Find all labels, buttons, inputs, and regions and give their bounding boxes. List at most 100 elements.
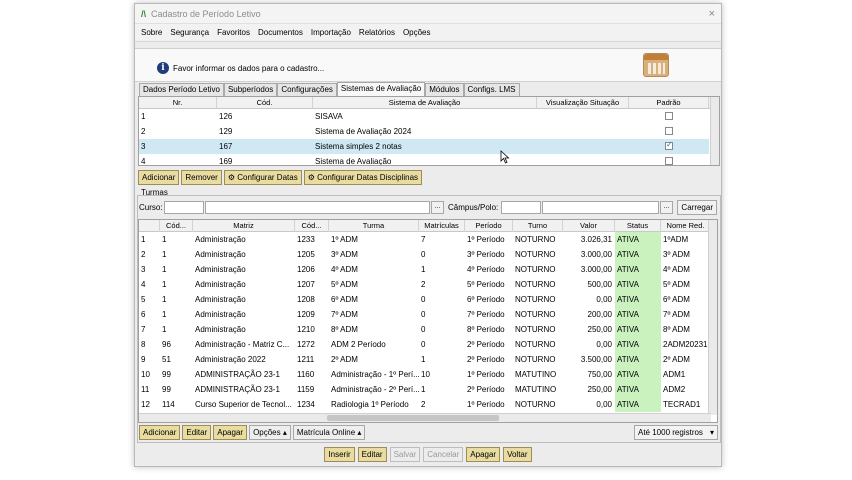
turma-cell: Radiologia 1º Período (331, 400, 409, 409)
menu-opcoes[interactable]: Opções (403, 28, 431, 37)
menu-importacao[interactable]: Importação (311, 28, 351, 37)
col-turno[interactable]: Turno (513, 220, 563, 232)
turmas-buttons: Adicionar Editar Apagar Opções ▴ Matrícu… (139, 425, 366, 440)
editar-turma-button[interactable]: Editar (182, 425, 212, 440)
valor-cell: 3.500,00 (580, 355, 612, 364)
col-periodo[interactable]: Período (465, 220, 513, 232)
col-padrao[interactable]: Padrão (629, 97, 709, 109)
col-matriz[interactable]: Matriz (193, 220, 295, 232)
menu-seguranca[interactable]: Segurança (170, 28, 209, 37)
padrao-checkbox[interactable] (665, 112, 673, 120)
tab-dados-periodo-letivo[interactable]: Dados Período Letivo (139, 83, 224, 96)
sistema-row[interactable]: 2 129 Sistema de Avaliação 2024 (139, 124, 709, 139)
turma-row[interactable]: 2 1 Administração 1205 3º ADM 0 3º Período NOTU… (139, 247, 711, 262)
adicionar-turma-button[interactable]: Adicionar (139, 425, 181, 440)
col-row-number[interactable] (139, 220, 160, 232)
col-turma[interactable]: Turma (329, 220, 419, 232)
curso-lookup-button[interactable]: ... (431, 201, 444, 214)
sistema-cod: 129 (219, 127, 233, 136)
apagar-form-button[interactable]: Apagar (466, 447, 501, 462)
curso-code-input[interactable] (164, 201, 204, 214)
campus-name-input[interactable] (542, 201, 659, 214)
turma-row[interactable]: 11 99 ADMINISTRAÇÃO 23-1 1159 Administração … (139, 382, 711, 397)
col-status[interactable]: Status (615, 220, 661, 232)
status-cell: ATIVA (615, 352, 661, 367)
turma-cod-cell: 1207 (297, 280, 315, 289)
campus-lookup-button[interactable]: ... (660, 201, 673, 214)
col-visualizacao-situacao[interactable]: Visualização Situação (537, 97, 629, 109)
turmas-vertical-scrollbar[interactable] (708, 220, 717, 415)
turma-row[interactable]: 3 1 Administração 1206 4º ADM 1 4º Período NOTU… (139, 262, 711, 277)
menu-documentos[interactable]: Documentos (258, 28, 303, 37)
grid1-vertical-scrollbar[interactable] (710, 97, 719, 165)
col-matriz-cod[interactable]: Cód... (160, 220, 193, 232)
turma-row[interactable]: 1 1 Administração 1233 1º ADM 7 1º Período NOTU… (139, 232, 711, 247)
sistema-nr: 4 (141, 157, 146, 166)
records-limit-select[interactable]: Até 1000 registros ▾ (634, 425, 718, 440)
voltar-form-button[interactable]: Voltar (503, 447, 532, 462)
curso-name-input[interactable] (205, 201, 430, 214)
status-cell: ATIVA (615, 337, 661, 352)
col-matriculas[interactable]: Matrículas (419, 220, 465, 232)
turma-row[interactable]: 4 1 Administração 1207 5º ADM 2 5º Período NOTU… (139, 277, 711, 292)
tab-modulos[interactable]: Módulos (425, 83, 464, 96)
turma-row[interactable]: 9 51 Administração 2022 1211 2º ADM 1 2º Perío… (139, 352, 711, 367)
col-nome-reduzido[interactable]: Nome Red. (661, 220, 711, 232)
valor-cell: 0,00 (596, 295, 612, 304)
salvar-form-button[interactable]: Salvar (389, 447, 421, 462)
padrao-checkbox[interactable] (665, 140, 673, 150)
scroll-thumb[interactable] (327, 415, 499, 421)
menu-favoritos[interactable]: Favoritos (217, 28, 250, 37)
sistema-row[interactable]: 1 126 SISAVA (139, 109, 709, 124)
col-cod[interactable]: Cód. (217, 97, 313, 109)
padrao-checkbox[interactable] (665, 127, 673, 135)
sistema-row[interactable]: 4 169 Sistema de Avaliação (139, 154, 709, 166)
opcoes-dropdown[interactable]: Opções ▴ (249, 425, 291, 440)
adicionar-sistema-button[interactable]: Adicionar (138, 170, 180, 185)
matriz-cell: Administração (195, 295, 246, 304)
turno-cell: NOTURNO (515, 325, 556, 334)
tab-sistemas-de-avaliacao[interactable]: Sistemas de Avaliação (336, 82, 426, 96)
editar-form-button[interactable]: Editar (357, 447, 387, 462)
col-turma-cod[interactable]: Cód... (295, 220, 329, 232)
turma-row[interactable]: 7 1 Administração 1210 8º ADM 0 8º Período NOTU… (139, 322, 711, 337)
menu-sobre[interactable]: Sobre (141, 28, 162, 37)
turma-row[interactable]: 8 96 Administração - Matriz C... 1272 ADM 2 … (139, 337, 711, 352)
padrao-checkbox[interactable] (665, 157, 673, 165)
col-valor[interactable]: Valor (563, 220, 615, 232)
remover-sistema-button[interactable]: Remover (181, 170, 222, 185)
configurar-datas-button[interactable]: ⚙ Configurar Datas (223, 170, 302, 185)
status-cell: ATIVA (615, 262, 661, 277)
cancelar-form-button[interactable]: Cancelar (423, 447, 464, 462)
turma-row[interactable]: 5 1 Administração 1208 6º ADM 0 6º Período NOTU… (139, 292, 711, 307)
apagar-turma-button[interactable]: Apagar (213, 425, 248, 440)
turmas-horizontal-scrollbar[interactable] (139, 413, 711, 422)
matriz-cod-cell: 51 (162, 355, 171, 364)
tab-configs-lms[interactable]: Configs. LMS (463, 83, 520, 96)
turma-row[interactable]: 6 1 Administração 1209 7º ADM 0 7º Período NOTU… (139, 307, 711, 322)
matricula-online-dropdown[interactable]: Matrícula Online ▴ (292, 425, 366, 440)
matricula-online-label: Matrícula Online (296, 428, 356, 437)
turma-row[interactable]: 12 114 Curso Superior de Tecnol... 1234 Radi… (139, 397, 711, 412)
tab-subperiodos[interactable]: Subperíodos (223, 83, 278, 96)
col-nr[interactable]: Nr. (139, 97, 217, 109)
periodo-cell: 5º Período (467, 280, 505, 289)
sistema-cod: 126 (219, 112, 233, 121)
sistema-row[interactable]: 3 167 Sistema simples 2 notas (139, 139, 709, 154)
matriz-cell: ADMINISTRAÇÃO 23-1 (195, 370, 280, 379)
matriz-cod-cell: 1 (162, 235, 167, 244)
configurar-datas-disciplinas-button[interactable]: ⚙ Configurar Datas Disciplinas (303, 170, 423, 185)
carregar-button[interactable]: Carregar (677, 200, 717, 215)
tab-configuracoes[interactable]: Configurações (277, 83, 337, 96)
close-icon[interactable]: × (709, 8, 715, 20)
turmas-grid-header: Cód... Matriz Cód... Turma Matrículas Período… (139, 220, 717, 232)
status-cell: ATIVA (615, 232, 661, 247)
menu-relatorios[interactable]: Relatórios (359, 28, 395, 37)
turma-row[interactable]: 10 99 ADMINISTRAÇÃO 23-1 1160 Administração … (139, 367, 711, 382)
inserir-form-button[interactable]: Inserir (324, 447, 355, 462)
matriculas-cell: 7 (421, 235, 426, 244)
campus-code-input[interactable] (501, 201, 541, 214)
mouse-pointer-icon (500, 150, 510, 164)
nome-reduzido-cell: TECRAD1 (663, 400, 701, 409)
col-sistema-avaliacao[interactable]: Sistema de Avaliação (313, 97, 537, 109)
